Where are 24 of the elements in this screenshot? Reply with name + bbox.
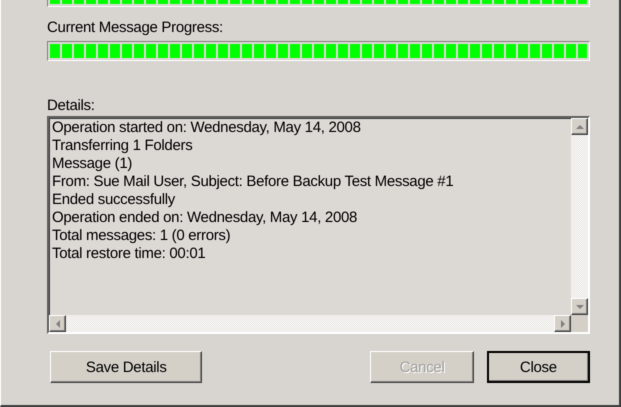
arrow-right-icon	[560, 320, 564, 328]
progress-label: Current Message Progress:	[47, 20, 224, 36]
vertical-scrollbar[interactable]	[571, 118, 588, 315]
scrollbar-corner	[571, 315, 588, 332]
arrow-up-icon	[576, 124, 584, 128]
details-line: Operation started on: Wednesday, May 14, 2008	[52, 119, 362, 137]
details-line: Message (1)	[52, 155, 134, 173]
arrow-down-icon	[576, 304, 584, 308]
details-label: Details:	[47, 98, 96, 114]
dialog-button[interactable]: Save Details	[50, 351, 202, 383]
details-line: Total messages: 1 (0 errors)	[52, 227, 232, 245]
horizontal-scrollbar[interactable]	[49, 315, 571, 332]
scroll-right-button[interactable]	[554, 315, 571, 332]
details-text-area[interactable]	[47, 116, 590, 334]
arrow-left-icon	[56, 320, 60, 328]
details-line: Operation ended on: Wednesday, May 14, 2008	[52, 209, 358, 227]
details-line: Total restore time: 00:01	[52, 245, 206, 263]
scroll-up-button[interactable]	[571, 118, 588, 135]
details-line: Ended successfully	[52, 191, 176, 209]
dialog-button[interactable]: Close	[486, 351, 590, 383]
details-line: Transferring 1 Folders	[52, 137, 194, 155]
scroll-left-button[interactable]	[49, 315, 66, 332]
scroll-down-button[interactable]	[571, 298, 588, 315]
details-line: From: Sue Mail User, Subject: Before Backup Test Message #1	[52, 173, 454, 191]
